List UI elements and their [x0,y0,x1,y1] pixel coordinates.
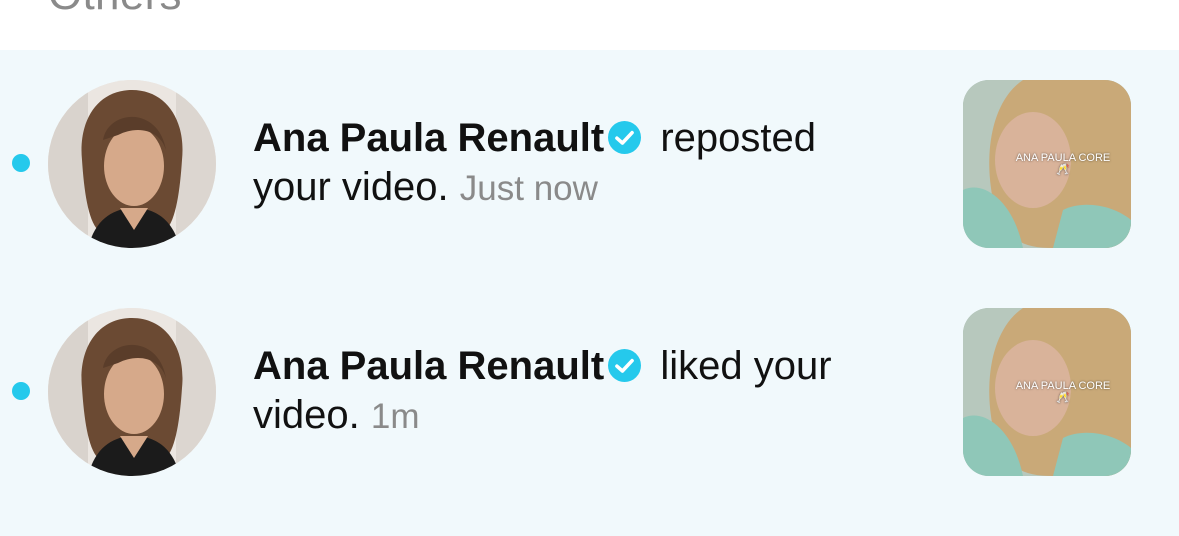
unread-dot-icon [12,382,30,400]
avatar[interactable] [48,80,216,248]
username-link[interactable]: Ana Paula Renault [253,116,604,160]
notification-time: Just now [459,169,598,208]
section-header-others: Others [48,0,182,20]
notification-row[interactable]: Ana Paula Renault reposted your video. J… [0,50,1179,278]
notification-row[interactable]: Ana Paula Renault liked your video. 1m A… [0,278,1179,506]
username-link[interactable]: Ana Paula Renault [253,344,604,388]
activity-page: Others Ana Paula Renault reposted your v… [0,0,1179,536]
video-thumbnail[interactable]: ANA PAULA CORE 🥂 [963,308,1131,476]
verified-badge-icon [608,349,642,382]
notification-text: Ana Paula Renault liked your video. 1m [253,342,893,441]
notification-time: 1m [370,397,420,436]
video-thumbnail[interactable]: ANA PAULA CORE 🥂 [963,80,1131,248]
verified-badge-icon [608,121,642,154]
thumbnail-caption: ANA PAULA CORE 🥂 [1015,152,1111,176]
thumbnail-caption: ANA PAULA CORE 🥂 [1015,380,1111,404]
notification-text: Ana Paula Renault reposted your video. J… [253,114,893,213]
avatar[interactable] [48,308,216,476]
notification-list: Ana Paula Renault reposted your video. J… [0,50,1179,536]
avatar-image [48,80,216,248]
unread-dot-icon [12,154,30,172]
avatar-image [48,308,216,476]
